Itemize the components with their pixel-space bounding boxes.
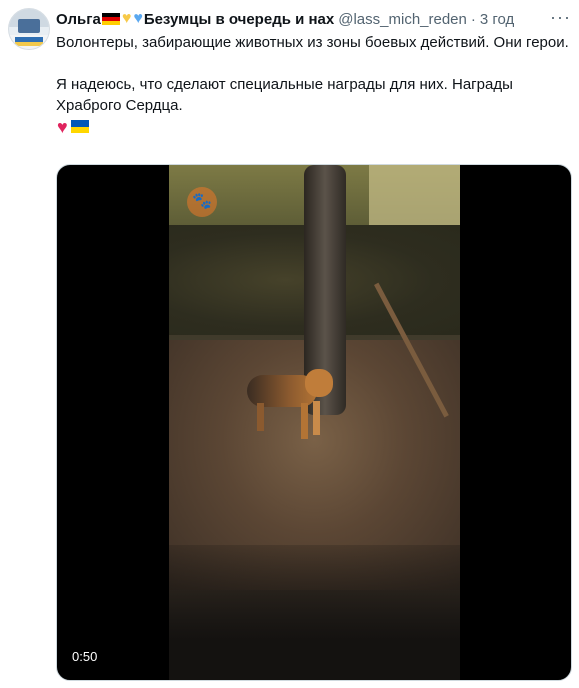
more-options-icon[interactable]: ··· [550,8,571,26]
author-name-block[interactable]: Ольга ♥ ♥ Безумцы в очередь и нах [56,11,334,28]
tweet-timestamp[interactable]: 3 год [480,11,514,28]
video-duration: 0:50 [67,647,103,666]
dog-image [237,365,337,440]
tweet-content: Ольга ♥ ♥ Безумцы в очередь и нах @lass_… [56,8,571,137]
tweet-text-line-1: Волонтеры, забирающие животных из зоны б… [56,34,569,51]
tweet-header: Ольга ♥ ♥ Безумцы в очередь и нах @lass_… [56,8,571,30]
emoji-line: ♥ [56,116,571,137]
author-name-suffix: Безумцы в очередь и нах [143,10,335,28]
germany-flag-icon [101,13,120,25]
red-heart-icon: ♥ [57,116,68,137]
video-player[interactable]: 🐾 0:50 [56,164,572,681]
yellow-heart-icon: ♥ [121,10,132,27]
tweet-text-line-2: Я надеюсь, что сделают специальные награ… [56,76,513,114]
blue-heart-icon: ♥ [133,10,143,27]
paw-icon: 🐾 [187,187,217,217]
video-frame: 🐾 [169,165,460,680]
separator-dot: · [470,10,476,28]
tweet[interactable]: Ольга ♥ ♥ Безумцы в очередь и нах @lass_… [0,0,579,688]
avatar[interactable] [8,8,50,50]
tweet-text: Волонтеры, забирающие животных из зоны б… [56,32,571,137]
author-handle[interactable]: @lass_mich_reden [338,11,467,28]
author-name: Ольга [56,10,101,28]
ukraine-flag-icon [70,120,89,133]
